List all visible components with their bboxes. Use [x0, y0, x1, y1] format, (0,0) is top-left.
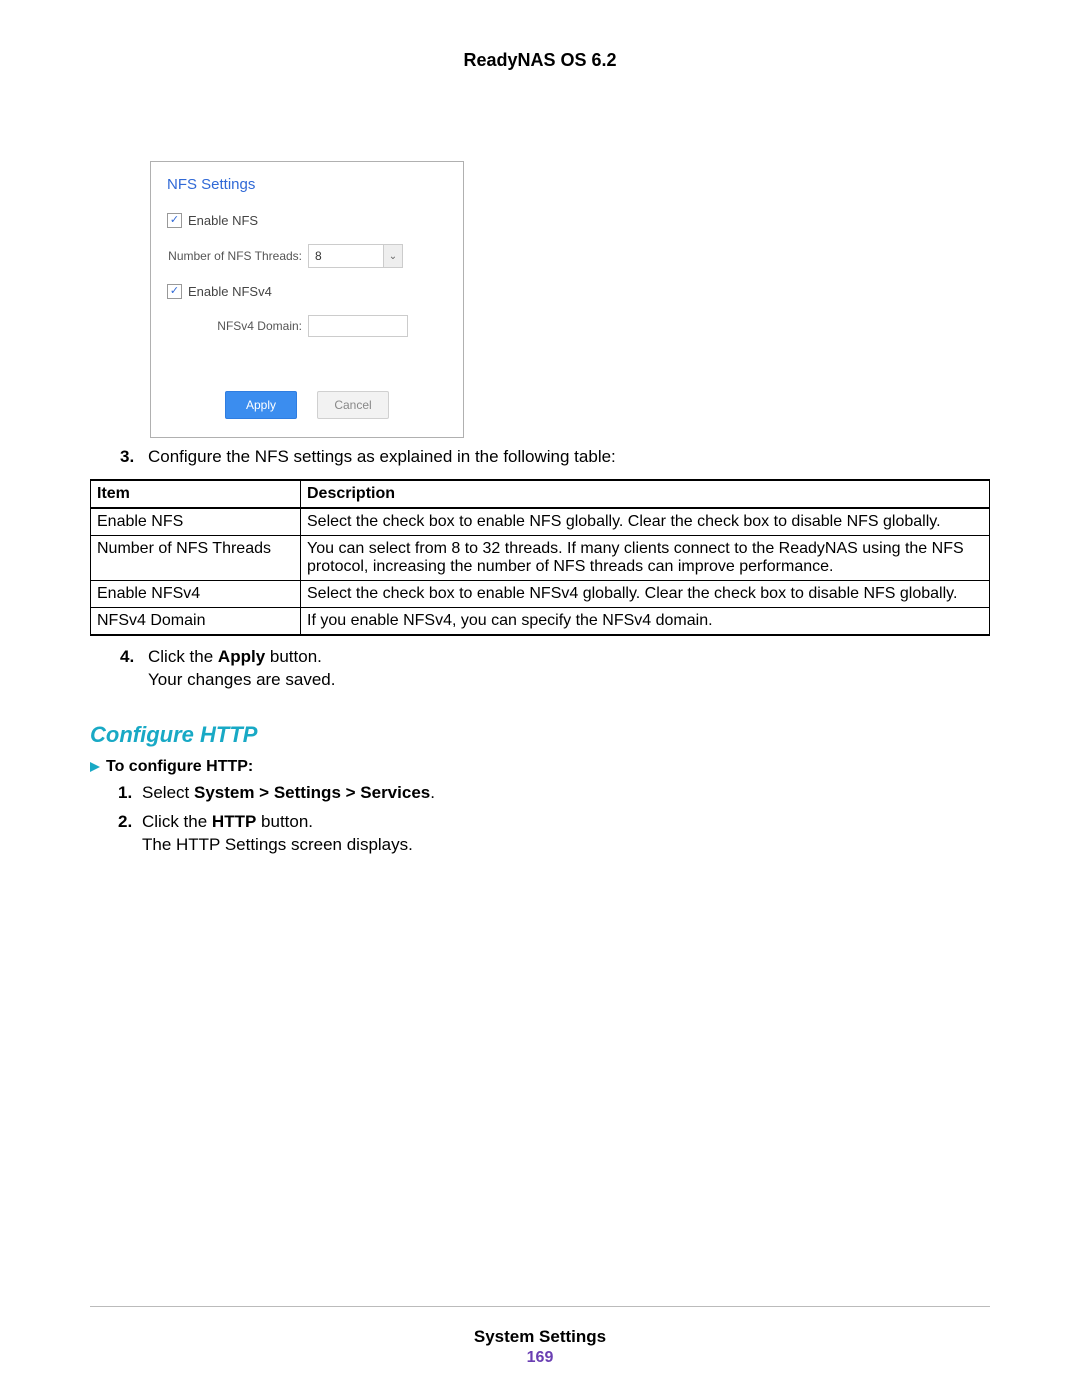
step-4-suffix: button. — [265, 647, 322, 666]
enable-nfsv4-row: ✓ Enable NFSv4 — [167, 284, 447, 299]
chevron-down-icon[interactable]: ⌄ — [383, 245, 402, 267]
step-4-line2: Your changes are saved. — [148, 670, 335, 689]
dialog-buttons: Apply Cancel — [167, 391, 447, 419]
cell-item: Enable NFS — [91, 508, 301, 536]
nfs-settings-dialog: NFS Settings ✓ Enable NFS Number of NFS … — [150, 161, 464, 438]
cell-item: NFSv4 Domain — [91, 607, 301, 635]
table-row: NFSv4 Domain If you enable NFSv4, you ca… — [91, 607, 990, 635]
table-row: Enable NFS Select the check box to enabl… — [91, 508, 990, 536]
cell-desc: If you enable NFSv4, you can specify the… — [301, 607, 990, 635]
http-step-2-prefix: Click the — [142, 812, 212, 831]
cancel-button[interactable]: Cancel — [317, 391, 389, 419]
step-3: 3. Configure the NFS settings as explain… — [120, 446, 990, 469]
step-4: 4. Click the Apply button. Your changes … — [120, 646, 990, 692]
http-step-1-prefix: Select — [142, 783, 194, 802]
cell-item: Enable NFSv4 — [91, 580, 301, 607]
footer-rule — [90, 1306, 990, 1307]
table-header-row: Item Description — [91, 480, 990, 508]
http-step-1-bold: System > Settings > Services — [194, 783, 430, 802]
domain-label: NFSv4 Domain: — [167, 319, 302, 333]
doc-title: ReadyNAS OS 6.2 — [90, 50, 990, 71]
nfs-settings-table: Item Description Enable NFS Select the c… — [90, 479, 990, 636]
step-3-text: Configure the NFS settings as explained … — [148, 446, 990, 469]
footer-page-number: 169 — [90, 1349, 990, 1367]
page-root: ReadyNAS OS 6.2 NFS Settings ✓ Enable NF… — [0, 0, 1080, 1397]
http-step-2-body: Click the HTTP button. The HTTP Settings… — [142, 811, 990, 857]
footer-section-name: System Settings — [90, 1327, 990, 1347]
enable-nfs-checkbox[interactable]: ✓ — [167, 213, 182, 228]
dialog-title: NFS Settings — [167, 176, 447, 193]
step-4-number: 4. — [120, 646, 148, 692]
threads-label: Number of NFS Threads: — [167, 249, 302, 263]
step-4-prefix: Click the — [148, 647, 218, 666]
sub-procedure-heading: To configure HTTP: — [90, 758, 990, 776]
header-desc: Description — [301, 480, 990, 508]
http-step-1-body: Select System > Settings > Services. — [142, 782, 990, 805]
table-row: Number of NFS Threads You can select fro… — [91, 535, 990, 580]
cell-desc: Select the check box to enable NFSv4 glo… — [301, 580, 990, 607]
http-step-2-number: 2. — [118, 811, 142, 857]
threads-select[interactable]: 8 ⌄ — [308, 244, 403, 268]
step-4-body: Click the Apply button. Your changes are… — [148, 646, 990, 692]
page-footer: System Settings 169 — [90, 1306, 990, 1367]
http-step-2-suffix: button. — [256, 812, 313, 831]
step-4-bold: Apply — [218, 647, 265, 666]
enable-nfsv4-checkbox[interactable]: ✓ — [167, 284, 182, 299]
cell-desc: Select the check box to enable NFS globa… — [301, 508, 990, 536]
cell-desc: You can select from 8 to 32 threads. If … — [301, 535, 990, 580]
domain-input[interactable] — [308, 315, 408, 337]
threads-row: Number of NFS Threads: 8 ⌄ — [167, 244, 447, 268]
http-step-2-bold: HTTP — [212, 812, 256, 831]
http-steps: 1. Select System > Settings > Services. … — [90, 782, 990, 857]
apply-button[interactable]: Apply — [225, 391, 297, 419]
header-item: Item — [91, 480, 301, 508]
step-3-number: 3. — [120, 446, 148, 469]
http-step-1-suffix: . — [430, 783, 435, 802]
table-row: Enable NFSv4 Select the check box to ena… — [91, 580, 990, 607]
enable-nfsv4-label: Enable NFSv4 — [188, 284, 272, 299]
http-step-2-line2: The HTTP Settings screen displays. — [142, 835, 413, 854]
sub-procedure-label: To configure HTTP: — [106, 758, 253, 776]
http-step-1-number: 1. — [118, 782, 142, 805]
section-heading-configure-http: Configure HTTP — [90, 722, 990, 748]
cell-item: Number of NFS Threads — [91, 535, 301, 580]
domain-row: NFSv4 Domain: — [167, 315, 447, 337]
arrow-icon — [90, 762, 100, 772]
enable-nfs-label: Enable NFS — [188, 213, 258, 228]
threads-value: 8 — [309, 245, 383, 267]
enable-nfs-row: ✓ Enable NFS — [167, 213, 447, 228]
